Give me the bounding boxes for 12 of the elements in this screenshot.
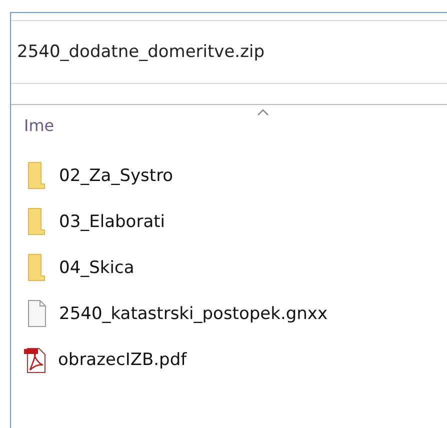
name-column-header[interactable]: Ime (24, 116, 54, 134)
file-name[interactable]: 04_Skica (59, 258, 134, 278)
file-name[interactable]: 2540_katastrski_postopek.gnxx (59, 304, 328, 324)
file-name[interactable]: 02_Za_Systro (59, 166, 174, 186)
address-path[interactable]: 2540_dodatne_domeritve.zip (17, 42, 265, 62)
folder-icon (28, 254, 46, 281)
file-icon (28, 300, 46, 327)
file-name[interactable]: 03_Elaborati (59, 212, 166, 232)
file-name[interactable]: obrazecIZB.pdf (58, 350, 187, 370)
folder-icon (28, 162, 46, 189)
pdf-icon (24, 346, 46, 373)
folder-icon (28, 208, 46, 235)
